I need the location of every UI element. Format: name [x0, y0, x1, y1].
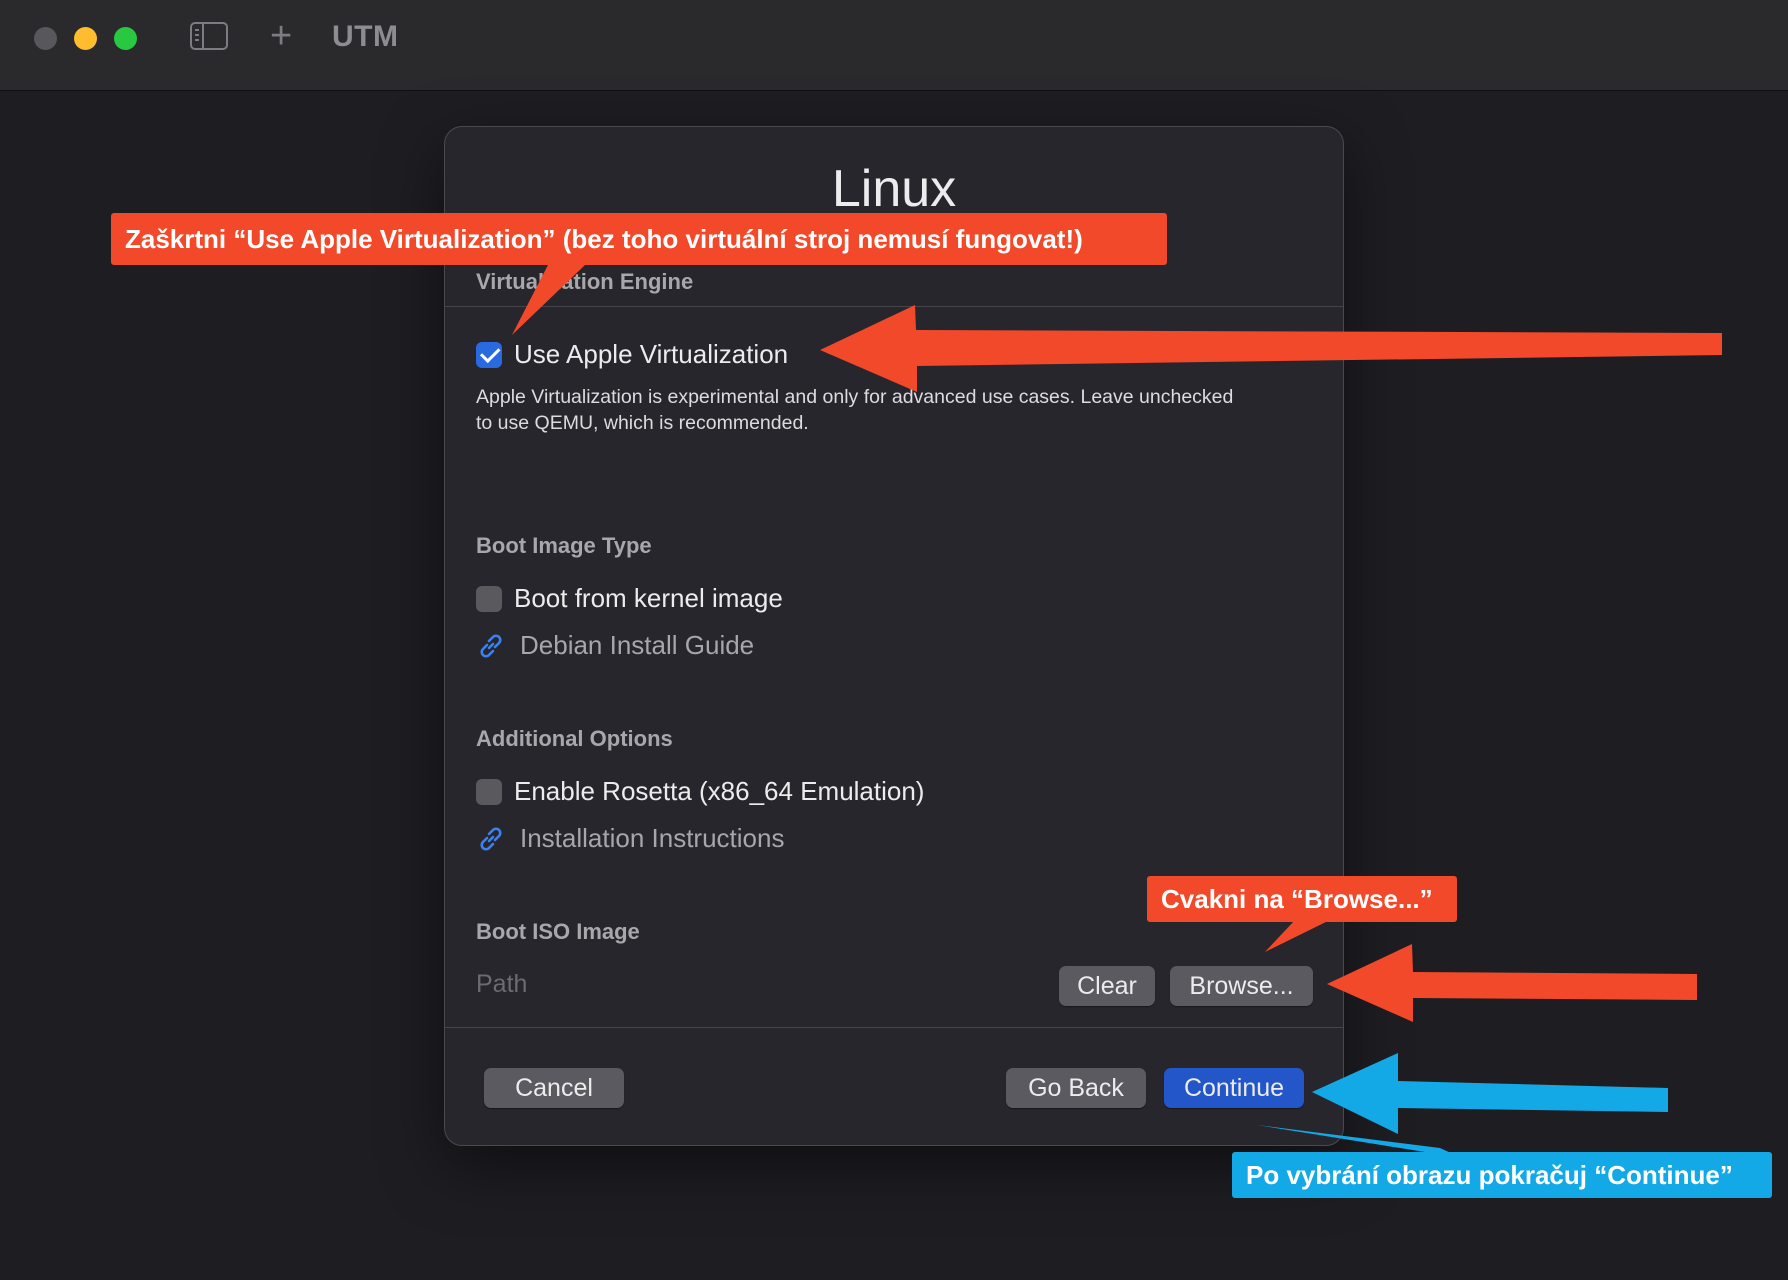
checkbox-arrow — [820, 305, 1722, 392]
top-callout-pointer — [512, 265, 585, 335]
annotation-arrows — [512, 265, 1722, 1158]
continue-arrow — [1312, 1053, 1668, 1134]
browse-arrow — [1327, 944, 1697, 1022]
browse-callout-pointer — [1265, 920, 1330, 952]
annotation-continue: Po vybrání obrazu pokračuj “Continue” — [1232, 1152, 1772, 1198]
annotation-top: Zaškrtni “Use Apple Virtualization” (bez… — [111, 213, 1167, 265]
annotation-browse: Cvakni na “Browse...” — [1147, 876, 1457, 922]
